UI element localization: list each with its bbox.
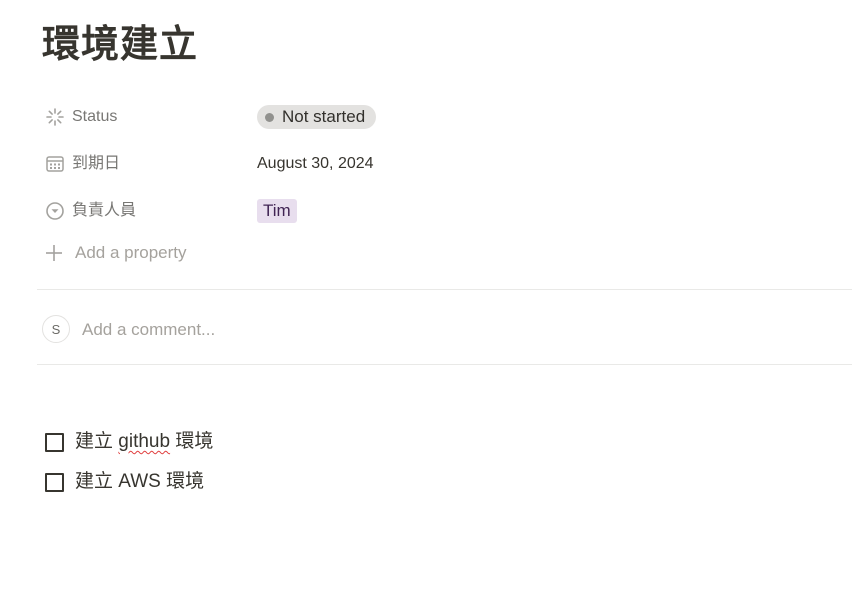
properties-list: Status Not started 到期日 August 30, 2024 負… [37, 94, 852, 235]
add-property-label: Add a property [75, 243, 187, 262]
add-property-button[interactable]: Add a property [37, 235, 337, 271]
assignee-value[interactable]: Tim [257, 193, 297, 229]
status-pill-text: Not started [282, 107, 366, 126]
person-select-icon [45, 201, 65, 221]
property-assignee[interactable]: 負責人員 Tim [37, 188, 852, 235]
todo-checkbox[interactable] [45, 433, 64, 452]
assignee-pill[interactable]: Tim [257, 199, 297, 223]
plus-icon [44, 243, 64, 263]
todo-text-segment: 建立 [75, 431, 119, 452]
divider-bottom [37, 364, 852, 365]
property-label-assignee[interactable]: 負責人員 [72, 194, 136, 228]
property-label-status[interactable]: Status [72, 100, 117, 134]
todo-text[interactable]: 建立 github 環境 [75, 422, 213, 462]
status-spinner-icon [45, 107, 65, 127]
property-status[interactable]: Status Not started [37, 94, 852, 141]
todo-item: 建立 AWS 環境 [37, 462, 852, 502]
calendar-icon [45, 154, 65, 174]
misspelled-word: github [118, 431, 171, 452]
divider-top [37, 289, 852, 290]
todo-checkbox[interactable] [45, 473, 64, 492]
due-date-text: August 30, 2024 [257, 155, 374, 172]
status-dot [265, 112, 274, 122]
comment-input[interactable]: Add a comment... [82, 313, 215, 347]
todo-text-segment: 建立 AWS 環境 [75, 471, 205, 492]
todo-list: 建立 github 環境 建立 AWS 環境 [37, 422, 852, 502]
page-title[interactable]: 環境建立 [42, 21, 198, 69]
todo-text[interactable]: 建立 AWS 環境 [75, 462, 204, 502]
property-label-due-date[interactable]: 到期日 [72, 147, 120, 181]
todo-item: 建立 github 環境 [37, 422, 852, 462]
property-due-date[interactable]: 到期日 August 30, 2024 [37, 141, 852, 188]
due-date-value[interactable]: August 30, 2024 [257, 146, 374, 182]
avatar: S [42, 315, 70, 343]
comment-input-row[interactable]: S Add a comment... [37, 313, 852, 347]
status-pill[interactable]: Not started [257, 105, 377, 129]
status-value[interactable]: Not started [257, 99, 377, 135]
todo-text-segment: 環境 [170, 431, 214, 452]
